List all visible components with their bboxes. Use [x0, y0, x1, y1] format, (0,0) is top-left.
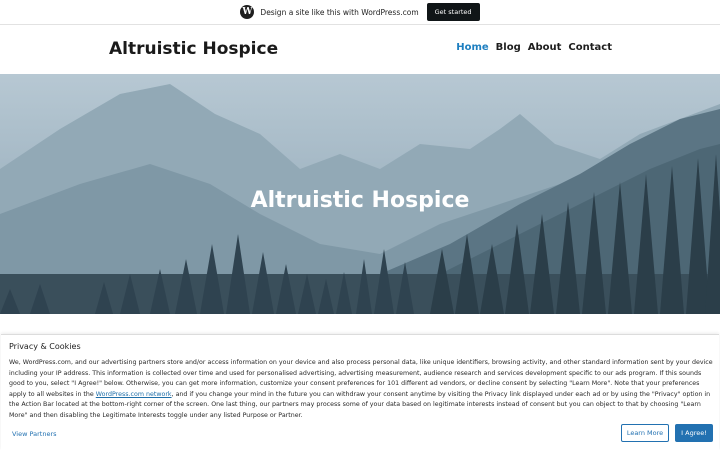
agree-button[interactable]: I Agree! [675, 424, 713, 442]
privacy-consent-banner: Privacy & Cookies We, WordPress.com, and… [1, 334, 719, 450]
consent-title: Privacy & Cookies [9, 342, 81, 351]
consent-text: We, WordPress.com, and our advertising p… [9, 358, 714, 422]
nav-item-about[interactable]: About [528, 42, 562, 53]
get-started-button[interactable]: Get started [426, 3, 480, 21]
hero-title: Altruistic Hospice [250, 188, 470, 213]
nav-item-blog[interactable]: Blog [496, 42, 521, 53]
wordpress-logo-icon[interactable]: W [240, 5, 255, 19]
view-partners-link[interactable]: View Partners [12, 430, 57, 438]
nav-item-contact[interactable]: Contact [568, 42, 612, 53]
main-nav: Home Blog About Contact [456, 42, 612, 53]
hero-banner: Altruistic Hospice [0, 74, 720, 314]
nav-item-home[interactable]: Home [456, 42, 488, 53]
site-header: Altruistic Hospice Home Blog About Conta… [0, 25, 720, 74]
learn-more-button[interactable]: Learn More [621, 424, 669, 442]
promo-text[interactable]: Design a site like this with WordPress.c… [260, 8, 418, 17]
wordpress-promo-bar: W Design a site like this with WordPress… [0, 0, 720, 25]
wordpress-network-link[interactable]: WordPress.com network [96, 391, 172, 398]
site-title[interactable]: Altruistic Hospice [109, 39, 278, 59]
